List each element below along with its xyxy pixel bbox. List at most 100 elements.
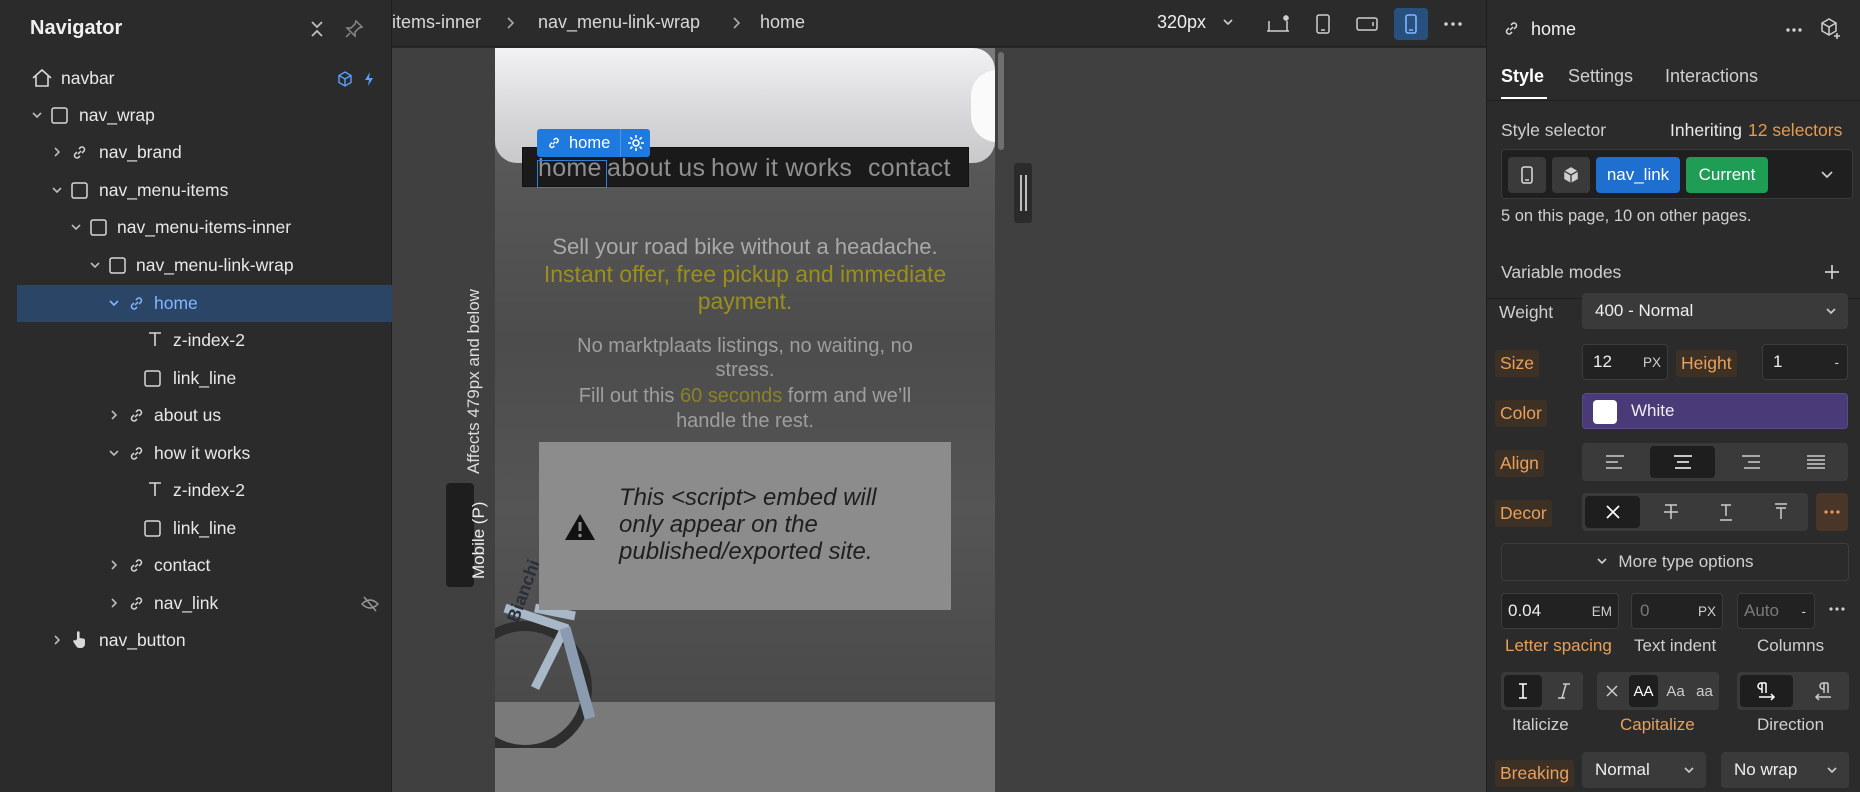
chevron-down-icon[interactable]	[31, 109, 43, 121]
align-right-icon[interactable]	[1718, 443, 1783, 481]
chevron-right-icon[interactable]	[108, 409, 120, 421]
tab-settings[interactable]: Settings	[1568, 66, 1633, 87]
underline-icon[interactable]	[1698, 493, 1753, 531]
capitalize-option[interactable]: Aa	[1661, 672, 1690, 710]
close-icon[interactable]	[308, 19, 326, 39]
height-unit[interactable]: -	[1835, 355, 1840, 370]
capitalize-none-icon[interactable]	[1597, 672, 1626, 710]
letter-spacing-label[interactable]: Letter spacing	[1505, 636, 1612, 656]
chevron-right-icon[interactable]	[51, 634, 63, 646]
more-options-icon[interactable]	[1436, 8, 1470, 40]
more-type-options-button[interactable]: More type options	[1501, 543, 1849, 581]
size-label[interactable]: Size	[1495, 350, 1540, 377]
align-control[interactable]	[1582, 443, 1848, 481]
columns-input[interactable]: Auto -	[1737, 593, 1815, 629]
strikethrough-icon[interactable]	[1643, 493, 1698, 531]
tree-item-nav-brand[interactable]: nav_brand	[17, 134, 392, 171]
align-center-icon[interactable]	[1650, 446, 1715, 478]
tree-item-nav-menu-items-inner[interactable]: nav_menu-items-inner	[17, 209, 392, 246]
eye-hidden-icon[interactable]	[361, 596, 379, 612]
chevron-down-icon[interactable]	[108, 297, 120, 309]
tree-item-navbar[interactable]: navbar	[17, 60, 392, 97]
italicize-control[interactable]	[1501, 672, 1583, 710]
capitalize-control[interactable]: AA Aa aa	[1597, 672, 1719, 710]
nav-link-how-it-works[interactable]: how it works	[711, 154, 852, 183]
overline-icon[interactable]	[1753, 493, 1808, 531]
tree-item-home[interactable]: home	[17, 285, 392, 322]
align-left-icon[interactable]	[1582, 443, 1647, 481]
decor-label[interactable]: Decor	[1495, 500, 1552, 527]
tab-interactions[interactable]: Interactions	[1665, 66, 1758, 87]
weight-select[interactable]: 400 - Normal	[1582, 293, 1848, 329]
add-icon[interactable]	[1823, 263, 1841, 281]
breaking-label[interactable]: Breaking	[1495, 760, 1575, 787]
chevron-down-icon[interactable]	[70, 221, 82, 233]
chevron-right-icon[interactable]	[51, 146, 63, 158]
tree-item-link-line[interactable]: link_line	[17, 510, 392, 547]
tab-style[interactable]: Style	[1501, 66, 1544, 87]
breaking-select[interactable]: Normal	[1582, 752, 1706, 788]
inheriting-count[interactable]: 12 selectors	[1748, 120, 1842, 141]
mobile-portrait-icon[interactable]	[1394, 8, 1428, 40]
nav-link-contact[interactable]: contact	[868, 154, 951, 183]
wrap-select[interactable]: No wrap	[1721, 752, 1849, 788]
decoration-control[interactable]	[1582, 493, 1808, 531]
chevron-right-icon[interactable]	[108, 597, 120, 609]
columns-unit[interactable]: -	[1802, 604, 1807, 619]
tree-item-z-index-2[interactable]: z-index-2	[17, 322, 392, 359]
selector-state-chip[interactable]: Current	[1686, 157, 1768, 193]
breadcrumb-item[interactable]: nav_menu-link-wrap	[538, 12, 700, 33]
capitalize-label[interactable]: Capitalize	[1620, 715, 1695, 735]
tree-item-nav-link[interactable]: nav_link	[17, 585, 392, 622]
letter-spacing-unit[interactable]: EM	[1592, 604, 1612, 619]
page-preview-frame[interactable]: Bianchi home about us how it works conta…	[495, 48, 995, 792]
selected-element-label[interactable]: home	[537, 129, 621, 157]
letter-spacing-input[interactable]: 0.04 EM	[1501, 593, 1619, 629]
breadcrumb-item[interactable]: home	[760, 12, 805, 33]
tree-item-how-it-works[interactable]: how it works	[17, 435, 392, 472]
more-options-icon[interactable]	[1829, 607, 1845, 611]
chevron-down-icon[interactable]	[108, 447, 120, 459]
canvas-resize-handle[interactable]	[1014, 163, 1032, 223]
bolt-icon[interactable]	[363, 71, 375, 87]
selector-class-chip[interactable]: nav_link	[1596, 157, 1680, 193]
tablet-icon[interactable]	[1306, 8, 1340, 40]
tree-item-contact[interactable]: contact	[17, 547, 392, 584]
selected-element-tag[interactable]: home	[537, 129, 651, 157]
color-picker[interactable]: White	[1582, 393, 1848, 429]
height-label[interactable]: Height	[1676, 350, 1737, 377]
mobile-landscape-icon[interactable]	[1350, 8, 1384, 40]
direction-control[interactable]	[1737, 672, 1849, 710]
more-decor-button[interactable]	[1816, 493, 1848, 531]
tree-item-nav-wrap[interactable]: nav_wrap	[17, 97, 392, 134]
component-icon[interactable]	[1552, 157, 1590, 193]
lowercase-option[interactable]: aa	[1690, 672, 1719, 710]
chevron-right-icon[interactable]	[108, 559, 120, 571]
desktop-breakpoint-icon[interactable]	[1262, 8, 1296, 40]
height-input[interactable]: 1 -	[1762, 344, 1848, 380]
uppercase-option[interactable]: AA	[1629, 675, 1658, 707]
italic-icon[interactable]	[1545, 672, 1583, 710]
chevron-down-icon[interactable]	[1810, 157, 1844, 193]
component-icon[interactable]	[337, 71, 353, 87]
tree-item-nav-menu-link-wrap[interactable]: nav_menu-link-wrap	[17, 247, 392, 284]
rtl-icon[interactable]	[1796, 672, 1849, 710]
chevron-down-icon[interactable]	[89, 259, 101, 271]
decoration-none-icon[interactable]	[1585, 496, 1640, 528]
tree-item-link-line[interactable]: link_line	[17, 360, 392, 397]
ltr-icon[interactable]	[1740, 675, 1793, 707]
size-input[interactable]: 12 PX	[1582, 344, 1668, 380]
canvas-scrollbar[interactable]	[998, 52, 1004, 150]
chevron-down-icon[interactable]	[51, 184, 63, 196]
text-indent-unit[interactable]: PX	[1698, 604, 1716, 619]
breadcrumb-item[interactable]: items-inner	[392, 12, 481, 33]
mobile-breakpoint-icon[interactable]	[1508, 157, 1546, 193]
text-indent-input[interactable]: 0 PX	[1631, 593, 1723, 629]
breakpoint-width[interactable]: 320px	[1157, 12, 1206, 33]
nav-link-about-us[interactable]: about us	[607, 154, 705, 183]
tree-item-nav-button[interactable]: nav_button	[17, 622, 392, 659]
tree-item-z-index-2[interactable]: z-index-2	[17, 472, 392, 509]
color-label[interactable]: Color	[1495, 400, 1547, 427]
gear-icon[interactable]	[620, 129, 651, 157]
more-options-icon[interactable]	[1785, 27, 1803, 33]
